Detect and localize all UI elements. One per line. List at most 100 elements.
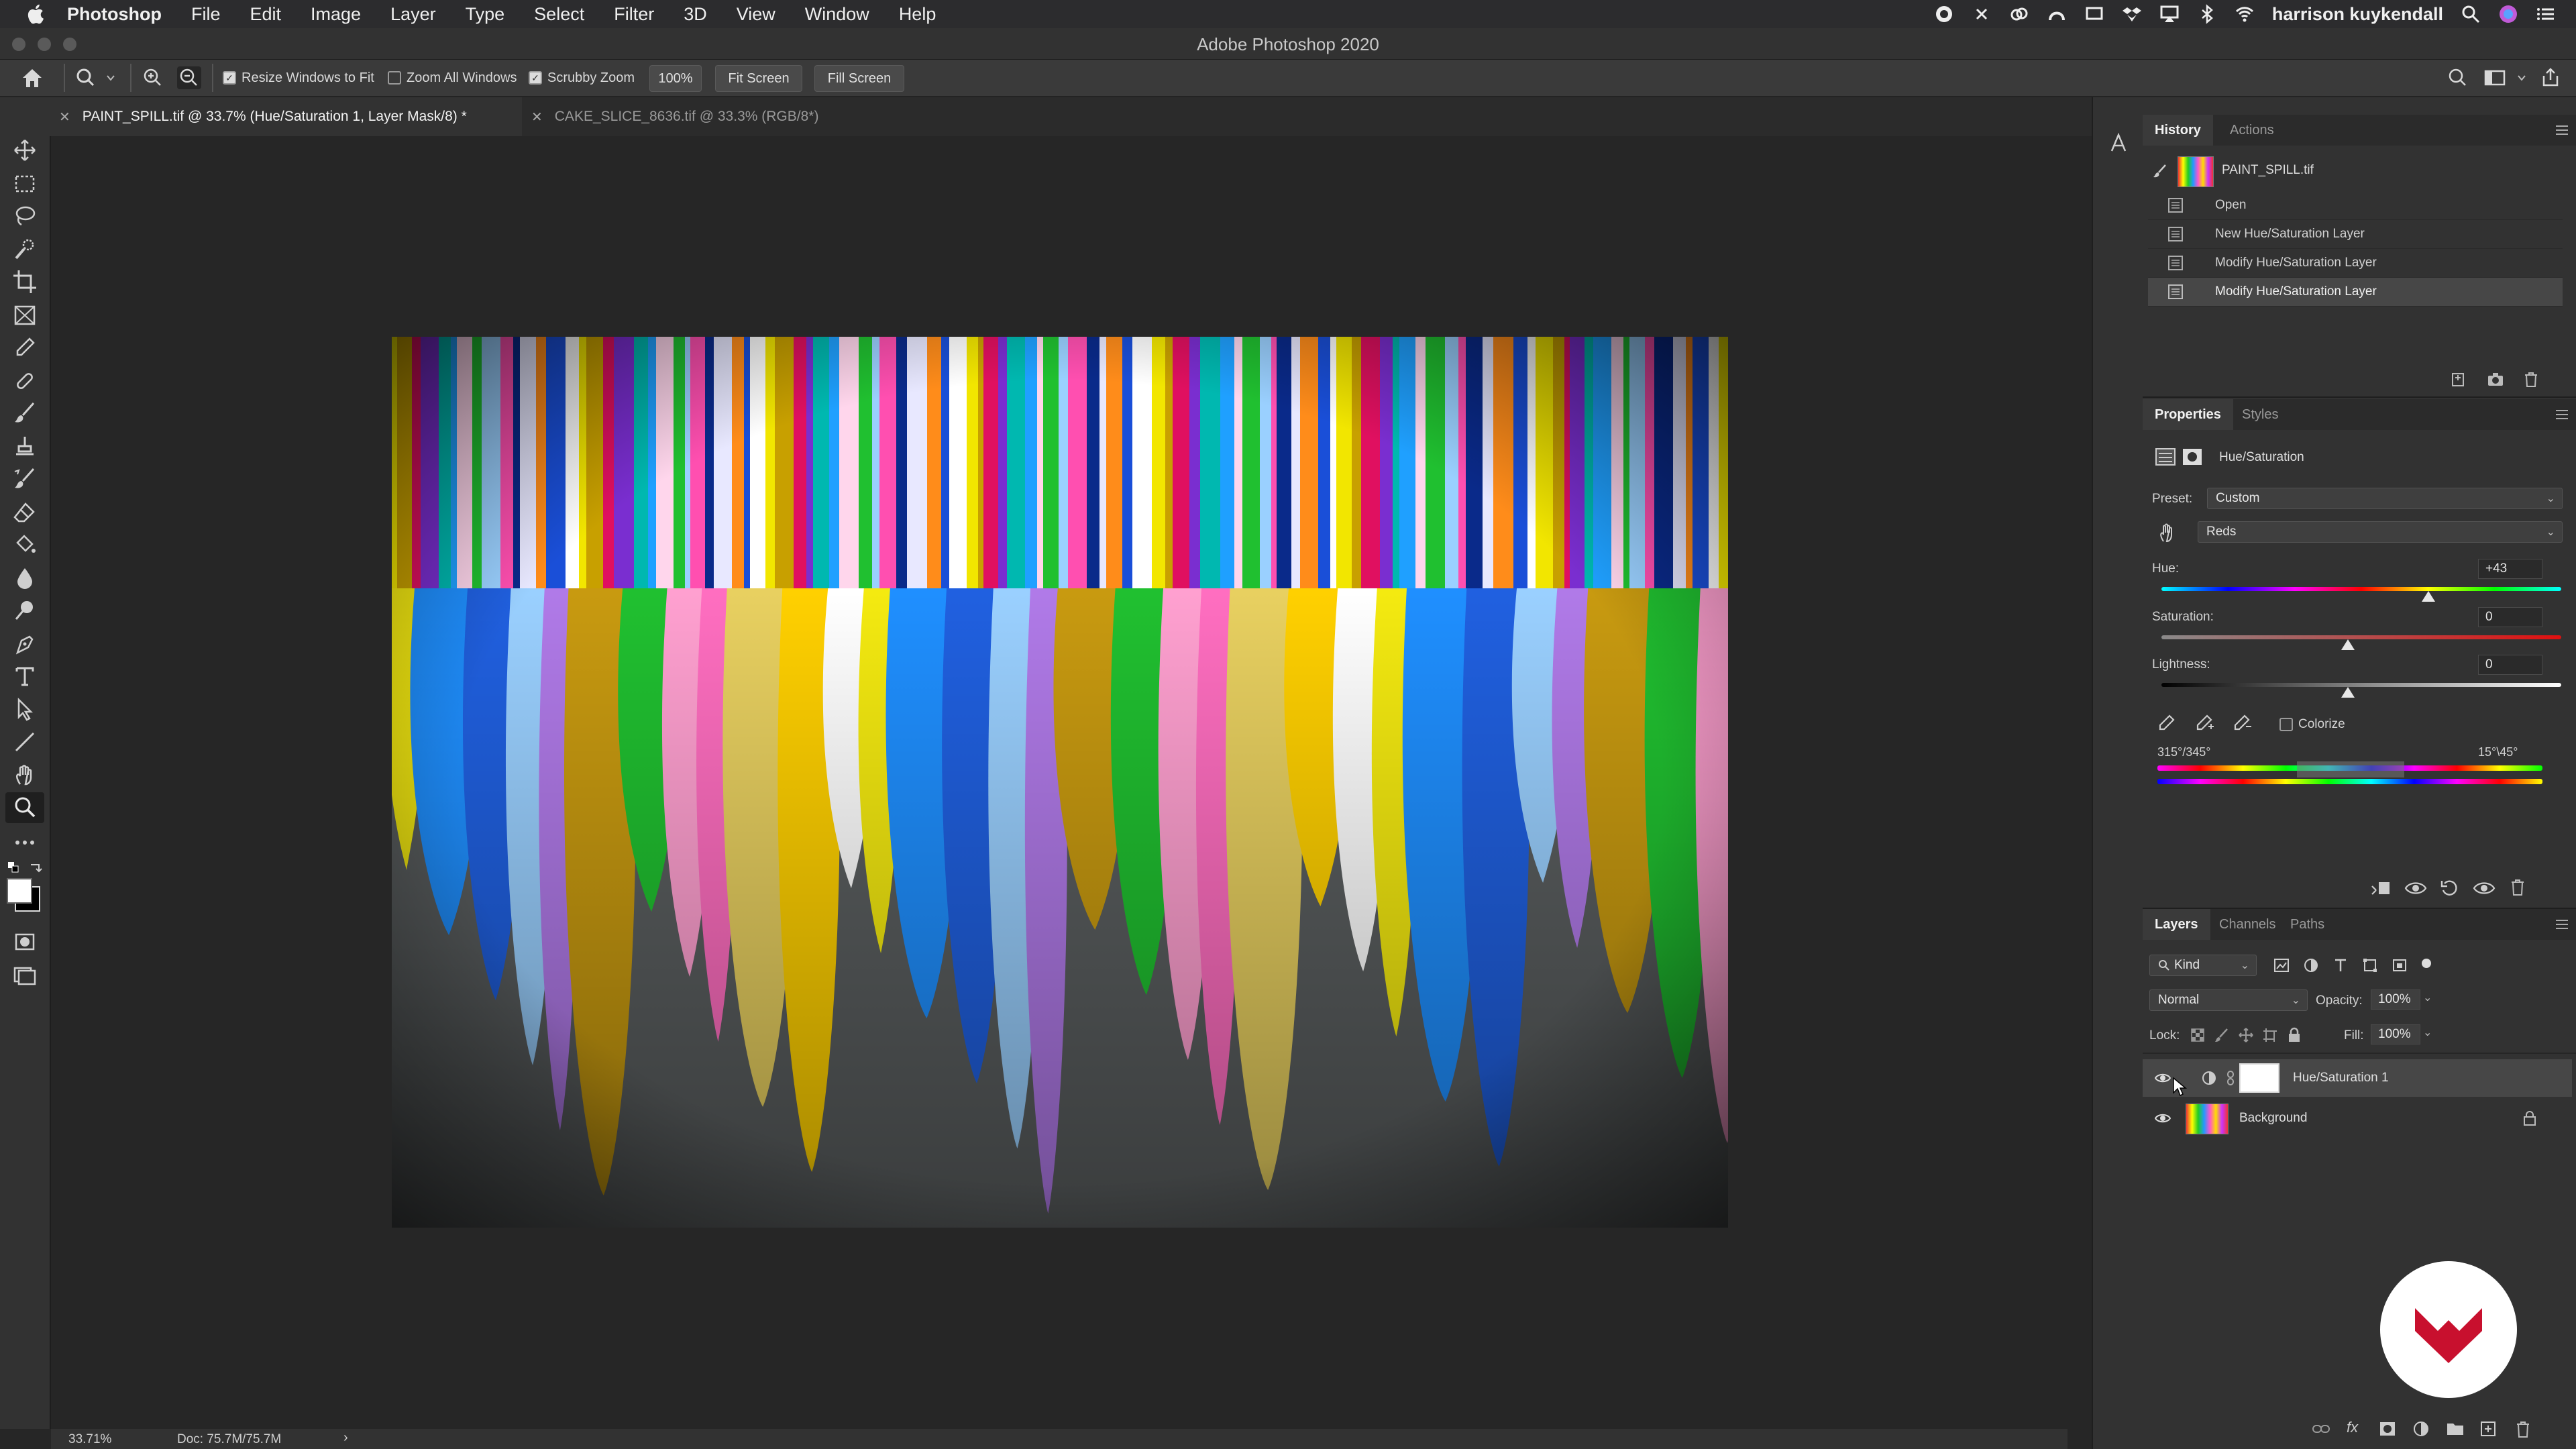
saturation-value-field[interactable]: 0 xyxy=(2478,607,2542,627)
marquee-tool-icon[interactable] xyxy=(12,171,38,197)
airplay-icon[interactable] xyxy=(2159,4,2180,24)
lock-all-icon[interactable] xyxy=(2286,1027,2302,1043)
menu-type[interactable]: Type xyxy=(466,4,505,25)
tab-styles[interactable]: Styles xyxy=(2230,399,2290,430)
menu-3d[interactable]: 3D xyxy=(684,4,707,25)
color-range-selector[interactable] xyxy=(2297,761,2404,777)
panel-menu-icon[interactable] xyxy=(2555,409,2569,421)
bluetooth-icon[interactable] xyxy=(2197,4,2217,24)
menu-edit[interactable]: Edit xyxy=(250,4,282,25)
trash-icon[interactable] xyxy=(2509,878,2526,897)
history-item[interactable]: New Hue/Saturation Layer xyxy=(2148,220,2563,249)
scrubby-zoom-checkbox[interactable]: ✓ Scrubby Zoom xyxy=(529,60,635,96)
clip-to-layer-icon[interactable] xyxy=(2369,878,2392,898)
layer-filter-kind-dropdown[interactable]: Kind ⌄ xyxy=(2149,955,2257,976)
resize-windows-checkbox[interactable]: ✓ Resize Windows to Fit xyxy=(223,60,374,96)
layer-row-background[interactable]: Background xyxy=(2143,1099,2572,1137)
eraser-tool-icon[interactable] xyxy=(12,500,38,525)
crop-tool-icon[interactable] xyxy=(12,269,38,294)
tab-history[interactable]: History xyxy=(2143,115,2213,146)
zoom-level[interactable]: 33.71% xyxy=(68,1432,111,1447)
lock-position-icon[interactable] xyxy=(2238,1027,2254,1043)
clone-stamp-tool-icon[interactable] xyxy=(12,434,38,460)
tab-channels[interactable]: Channels xyxy=(2207,909,2288,940)
menu-view[interactable]: View xyxy=(737,4,775,25)
menu-help[interactable]: Help xyxy=(899,4,936,25)
history-brush-source-icon[interactable] xyxy=(2152,163,2168,179)
workspace-icon[interactable] xyxy=(2483,68,2506,87)
new-document-from-state-icon[interactable] xyxy=(2449,371,2467,388)
camera-icon[interactable] xyxy=(2486,371,2505,388)
filter-adjustment-icon[interactable] xyxy=(2302,957,2320,973)
glyphs-icon[interactable] xyxy=(2106,131,2131,155)
line-tool-icon[interactable] xyxy=(12,729,38,755)
default-colors-icon[interactable] xyxy=(7,861,20,874)
zoom-in-icon[interactable] xyxy=(142,68,164,88)
channel-dropdown[interactable]: Reds ⌄ xyxy=(2198,521,2563,543)
lasso-tool-icon[interactable] xyxy=(12,203,38,229)
menu-layer[interactable]: Layer xyxy=(390,4,436,25)
brush-tool-icon[interactable] xyxy=(12,400,38,426)
notification-center-icon[interactable] xyxy=(2536,4,2556,24)
paint-bucket-tool-icon[interactable] xyxy=(12,532,38,557)
tab-actions[interactable]: Actions xyxy=(2218,115,2286,146)
saturation-slider-track[interactable] xyxy=(2161,635,2561,639)
history-snapshot[interactable]: PAINT_SPILL.tif xyxy=(2143,154,2576,189)
home-icon[interactable] xyxy=(20,66,44,89)
tab-paint-spill[interactable]: ✕ PAINT_SPILL.tif @ 33.7% (Hue/Saturatio… xyxy=(50,97,522,136)
layer-row-hue-saturation[interactable]: Hue/Saturation 1 xyxy=(2143,1059,2572,1097)
panel-menu-icon[interactable] xyxy=(2555,124,2569,136)
link-layers-icon[interactable] xyxy=(2312,1420,2330,1438)
menu-filter[interactable]: Filter xyxy=(614,4,654,25)
view-previous-state-icon[interactable] xyxy=(2404,878,2427,898)
history-item[interactable]: Open xyxy=(2148,191,2563,220)
apple-icon[interactable] xyxy=(24,2,48,26)
eyedropper-tool-icon[interactable] xyxy=(12,335,38,360)
filter-shape-icon[interactable] xyxy=(2361,957,2379,973)
history-brush-tool-icon[interactable] xyxy=(12,466,38,492)
tab-cake-slice[interactable]: ✕ CAKE_SLICE_8636.tif @ 33.3% (RGB/8*) xyxy=(522,97,818,136)
tab-layers[interactable]: Layers xyxy=(2143,909,2210,940)
chevron-right-icon[interactable]: › xyxy=(343,1430,348,1446)
hue-slider-track[interactable] xyxy=(2161,587,2561,591)
lightness-slider-track[interactable] xyxy=(2161,683,2561,687)
move-tool-icon[interactable] xyxy=(12,138,38,163)
blend-mode-dropdown[interactable]: Normal ⌄ xyxy=(2149,989,2308,1011)
layer-style-fx-icon[interactable]: fx xyxy=(2347,1419,2358,1436)
lightness-slider-thumb[interactable] xyxy=(2341,687,2355,698)
eyedropper-minus-icon[interactable] xyxy=(2231,713,2251,733)
layer-mask-icon[interactable] xyxy=(2182,447,2203,466)
new-group-folder-icon[interactable] xyxy=(2446,1420,2465,1438)
chevron-down-icon[interactable]: ⌄ xyxy=(2423,991,2432,1004)
add-mask-icon[interactable] xyxy=(2379,1420,2396,1438)
type-tool-icon[interactable] xyxy=(12,663,38,689)
trash-icon[interactable] xyxy=(2514,1420,2532,1439)
targeted-adjustment-hand-icon[interactable] xyxy=(2157,521,2178,543)
history-item[interactable]: Modify Hue/Saturation Layer xyxy=(2148,249,2563,278)
visibility-eye-icon[interactable] xyxy=(2473,878,2496,898)
layer-mask-thumbnail[interactable] xyxy=(2239,1063,2279,1093)
hue-slider-thumb[interactable] xyxy=(2422,591,2435,602)
new-layer-icon[interactable] xyxy=(2479,1420,2497,1438)
layer-name[interactable]: Background xyxy=(2239,1111,2307,1126)
arc-icon[interactable] xyxy=(2047,4,2067,24)
zoom-100-button[interactable]: 100% xyxy=(649,65,702,92)
zoom-out-icon[interactable] xyxy=(178,68,200,88)
record-icon[interactable] xyxy=(1934,4,1954,24)
saturation-slider-thumb[interactable] xyxy=(2341,639,2355,650)
adjustment-icon[interactable] xyxy=(2155,447,2176,466)
reset-icon[interactable] xyxy=(2439,878,2459,898)
filter-type-icon[interactable] xyxy=(2332,957,2349,973)
zoom-all-windows-checkbox[interactable]: Zoom All Windows xyxy=(388,60,517,96)
swap-colors-icon[interactable] xyxy=(28,861,43,874)
quick-selection-tool-icon[interactable] xyxy=(12,237,38,262)
hand-tool-icon[interactable] xyxy=(12,763,38,788)
new-adjustment-layer-icon[interactable] xyxy=(2412,1420,2430,1438)
lock-artboard-icon[interactable] xyxy=(2262,1027,2278,1043)
chevron-down-icon[interactable] xyxy=(2517,74,2526,81)
menu-file[interactable]: File xyxy=(191,4,221,25)
visibility-eye-icon[interactable] xyxy=(2155,1070,2171,1086)
chain-link-icon[interactable] xyxy=(2226,1070,2235,1086)
pen-tool-icon[interactable] xyxy=(12,631,38,657)
search-icon[interactable] xyxy=(2447,68,2469,88)
